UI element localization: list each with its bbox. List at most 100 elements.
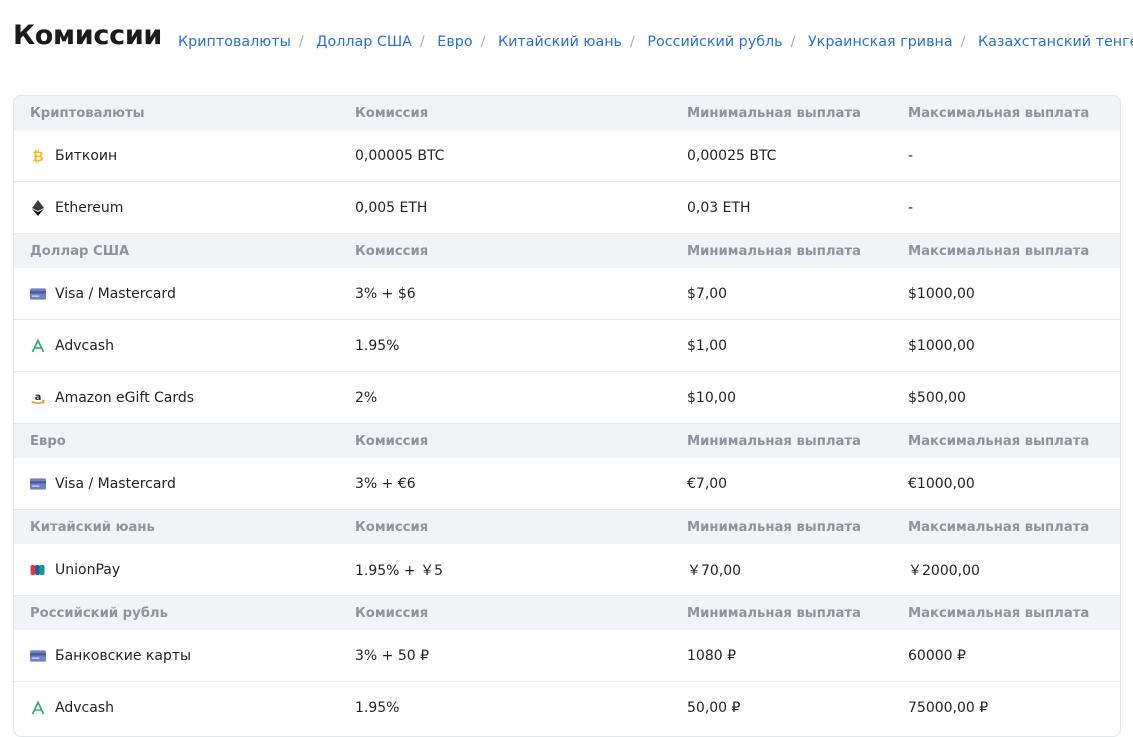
commission-value: 0,005 ETH: [355, 199, 428, 216]
nav-link-cny[interactable]: Китайский юань: [498, 34, 622, 50]
section-title: Криптовалюты: [30, 105, 145, 121]
max-payout-value: -: [908, 147, 914, 164]
commission-value: 3% + €6: [355, 475, 416, 492]
method-name: Amazon eGift Cards: [55, 389, 195, 406]
table-row: Банковские карты 3% + 50 ₽ 1080 ₽ 60000 …: [14, 630, 1120, 682]
column-header-min: Минимальная выплата: [687, 519, 861, 535]
commission-value: 1.95%: [355, 699, 400, 716]
method-cell: Advcash: [30, 320, 114, 371]
commission-value: 1.95%: [355, 337, 400, 354]
max-payout-value: -: [908, 199, 914, 216]
ethereum-icon: [30, 199, 46, 216]
column-header-min: Минимальная выплата: [687, 105, 861, 121]
svg-text:₿: ₿: [32, 149, 43, 164]
nav-separator: /: [419, 34, 425, 50]
min-payout-value: 0,00025 BTC: [687, 147, 777, 164]
commission-value: 0,00005 BTC: [355, 147, 445, 164]
method-name: Visa / Mastercard: [55, 285, 176, 302]
table-row: Ethereum 0,005 ETH 0,03 ETH -: [14, 182, 1120, 234]
commission-value: 1.95% + ￥5: [355, 562, 444, 579]
section-title: Евро: [30, 433, 66, 449]
max-payout-value: $500,00: [908, 389, 966, 406]
table-row: Visa / Mastercard 3% + €6 €7,00 €1000,00: [14, 458, 1120, 510]
column-header-commission: Комиссия: [355, 433, 429, 449]
commission-value: 3% + 50 ₽: [355, 647, 430, 664]
section-title: Российский рубль: [30, 605, 168, 621]
column-header-commission: Комиссия: [355, 105, 429, 121]
nav-separator: /: [298, 34, 304, 50]
column-header-max: Максимальная выплата: [908, 519, 1090, 535]
section-title: Доллар США: [30, 243, 130, 259]
min-payout-value: $7,00: [687, 285, 728, 302]
column-header-max: Максимальная выплата: [908, 433, 1090, 449]
column-header-commission: Комиссия: [355, 243, 429, 259]
nav-link-uah[interactable]: Украинская гривна: [808, 34, 953, 50]
commission-value: 3% + $6: [355, 285, 416, 302]
method-name: Advcash: [55, 699, 114, 716]
column-header-max: Максимальная выплата: [908, 605, 1090, 621]
commission-value: 2%: [355, 389, 378, 406]
nav-link-crypto[interactable]: Криптовалюты: [178, 34, 291, 50]
column-header-min: Минимальная выплата: [687, 433, 861, 449]
nav-separator: /: [480, 34, 486, 50]
method-cell: a Amazon eGift Cards: [30, 372, 194, 423]
max-payout-value: 60000 ₽: [908, 647, 966, 664]
min-payout-value: €7,00: [687, 475, 728, 492]
max-payout-value: ￥2000,00: [908, 562, 980, 579]
nav-link-rub[interactable]: Российский рубль: [647, 34, 782, 50]
svg-text:a: a: [35, 391, 42, 402]
method-name: UnionPay: [55, 561, 121, 578]
nav-separator: /: [630, 34, 635, 50]
column-header-min: Минимальная выплата: [687, 243, 861, 259]
max-payout-value: 75000,00 ₽: [908, 699, 989, 716]
nav-separator: /: [960, 34, 966, 50]
method-cell: Visa / Mastercard: [30, 458, 176, 509]
advcash-icon: [30, 700, 46, 716]
nav-separator: /: [790, 34, 796, 50]
max-payout-value: €1000,00: [908, 475, 975, 492]
min-payout-value: $1,00: [687, 337, 728, 354]
method-cell: Advcash: [30, 682, 114, 733]
table-row: ₿ Биткоин 0,00005 BTC 0,00025 BTC -: [14, 130, 1120, 182]
min-payout-value: $10,00: [687, 389, 736, 406]
section-header-eur: Евро Комиссия Минимальная выплата Максим…: [14, 424, 1120, 458]
amazon-icon: a: [30, 390, 46, 406]
card-icon: [30, 476, 46, 492]
nav-link-usd[interactable]: Доллар США: [316, 34, 412, 50]
column-header-max: Максимальная выплата: [908, 105, 1090, 121]
section-header-cny: Китайский юань Комиссия Минимальная выпл…: [14, 510, 1120, 544]
section-header-rub: Российский рубль Комиссия Минимальная вы…: [14, 596, 1120, 630]
min-payout-value: 50,00 ₽: [687, 699, 741, 716]
table-row: a Amazon eGift Cards 2% $10,00 $500,00: [14, 372, 1120, 424]
card-icon: [30, 286, 46, 302]
method-cell: UnionPay: [30, 544, 120, 595]
table-row: Advcash 1.95% 50,00 ₽ 75000,00 ₽: [14, 682, 1120, 733]
nav-link-eur[interactable]: Евро: [437, 34, 472, 50]
advcash-icon: [30, 338, 46, 354]
section-header-crypto: Криптовалюты Комиссия Минимальная выплат…: [14, 96, 1120, 130]
card-icon: [30, 648, 46, 664]
min-payout-value: 0,03 ETH: [687, 199, 751, 216]
max-payout-value: $1000,00: [908, 285, 975, 302]
method-name: Visa / Mastercard: [55, 475, 176, 492]
bitcoin-icon: ₿: [30, 148, 46, 164]
method-name: Банковские карты: [55, 647, 192, 664]
nav-link-kzt[interactable]: Казахстанский тенге: [978, 34, 1133, 50]
method-cell: Банковские карты: [30, 630, 191, 681]
method-name: Биткоин: [55, 147, 118, 164]
column-header-max: Максимальная выплата: [908, 243, 1090, 259]
min-payout-value: ￥70,00: [687, 562, 742, 579]
method-name: Advcash: [55, 337, 114, 354]
unionpay-icon: [30, 562, 46, 578]
table-row: Visa / Mastercard 3% + $6 $7,00 $1000,00: [14, 268, 1120, 320]
method-cell: Visa / Mastercard: [30, 268, 176, 319]
section-header-usd: Доллар США Комиссия Минимальная выплата …: [14, 234, 1120, 268]
method-name: Ethereum: [55, 199, 124, 216]
page-title: Комиссии: [13, 20, 163, 51]
currency-nav: Криптовалюты / Доллар США / Евро / Китайски…: [178, 34, 1133, 50]
column-header-commission: Комиссия: [355, 519, 429, 535]
table-row: UnionPay 1.95% + ￥5 ￥70,00 ￥2000,00: [14, 544, 1120, 596]
min-payout-value: 1080 ₽: [687, 647, 736, 664]
max-payout-value: $1000,00: [908, 337, 975, 354]
method-cell: Ethereum: [30, 182, 123, 233]
